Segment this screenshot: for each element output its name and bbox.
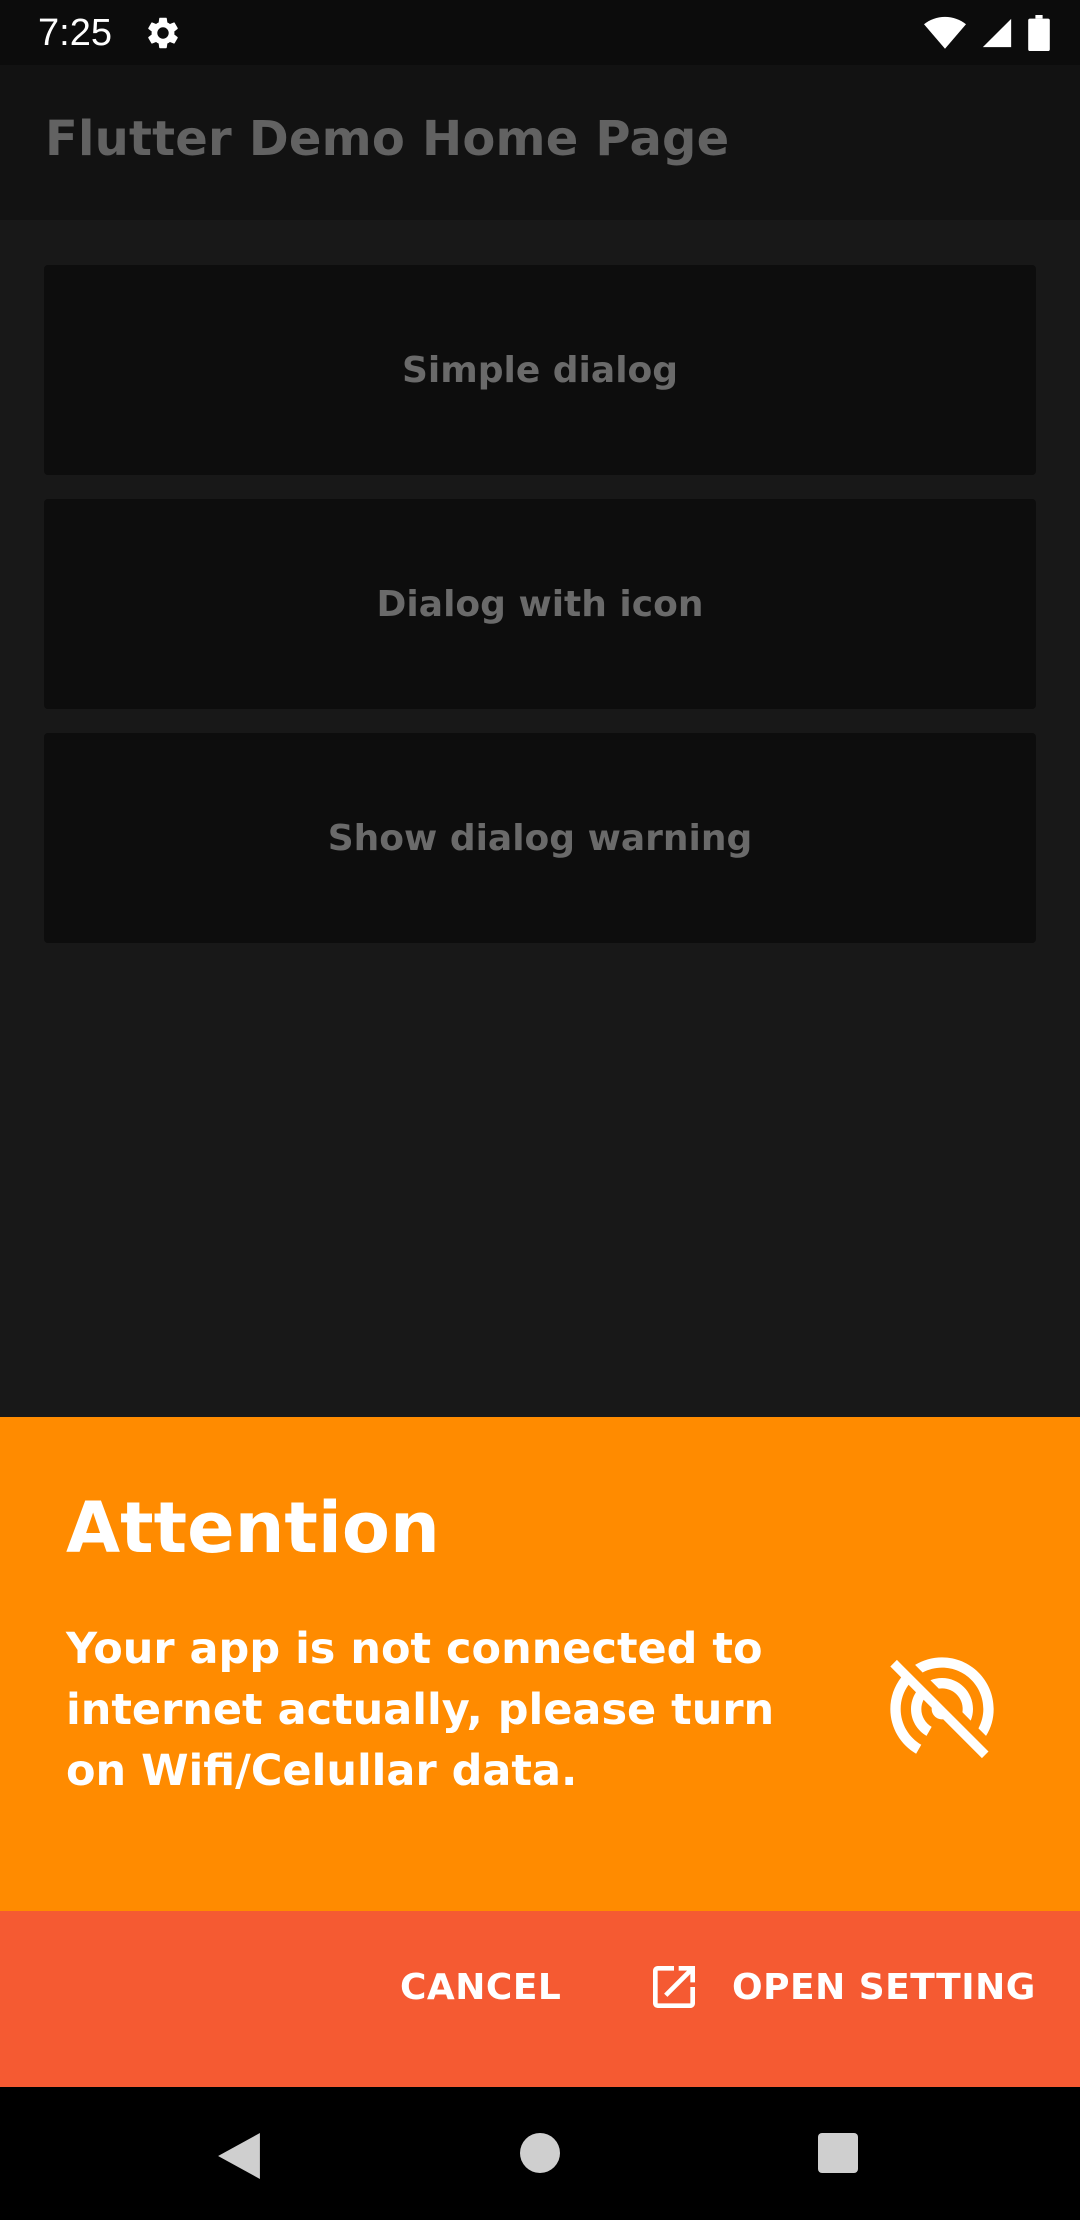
signal-icon xyxy=(982,18,1012,48)
gear-icon xyxy=(148,17,178,49)
open-setting-label: OPEN SETTING xyxy=(732,1966,1036,2008)
wifi-icon xyxy=(924,16,966,49)
back-icon[interactable] xyxy=(218,2133,260,2179)
open-setting-button[interactable]: OPEN SETTING xyxy=(646,1957,1036,2017)
battery-icon xyxy=(1028,15,1050,51)
dialog-title: Attention xyxy=(66,1487,440,1569)
recents-icon[interactable] xyxy=(818,2133,858,2173)
dialog-with-icon-button[interactable]: Dialog with icon xyxy=(44,499,1036,709)
home-icon[interactable] xyxy=(520,2133,560,2173)
show-dialog-warning-button[interactable]: Show dialog warning xyxy=(44,733,1036,943)
app-bar: Flutter Demo Home Page xyxy=(0,65,1080,220)
open-in-new-icon xyxy=(653,1966,695,2008)
status-icons xyxy=(924,14,1050,52)
app-title: Flutter Demo Home Page xyxy=(45,111,730,167)
dialog-message: Your app is not connected to internet ac… xyxy=(66,1624,775,1796)
status-time: 7:25 xyxy=(38,12,112,54)
simple-dialog-button[interactable]: Simple dialog xyxy=(44,265,1036,475)
portable-wifi-off-icon xyxy=(890,1657,994,1759)
status-bar: 7:25 xyxy=(0,0,1080,65)
navigation-bar xyxy=(0,2087,1080,2220)
cancel-button[interactable]: CANCEL xyxy=(400,1967,561,2008)
dialog-actions: CANCEL OPEN SETTING xyxy=(0,1911,1080,2087)
main-content: Simple dialog Dialog with icon Show dial… xyxy=(0,220,1080,1417)
warning-dialog: Attention Your app is not connected to i… xyxy=(0,1417,1080,1911)
